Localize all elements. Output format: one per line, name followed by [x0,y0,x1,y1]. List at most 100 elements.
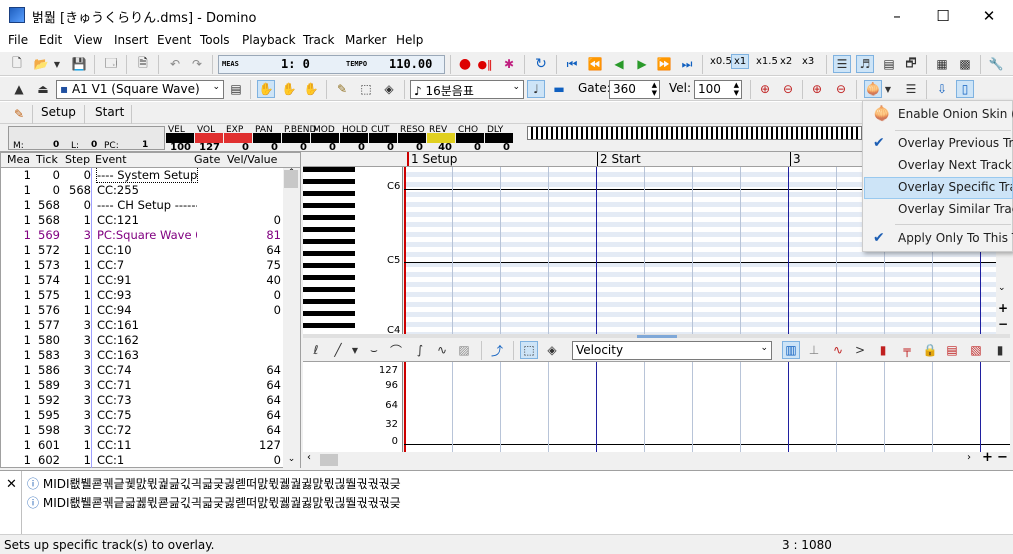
midi-file-icon[interactable]: 🗎 [134,55,152,73]
table-row[interactable]: 1 580 3 CC:162 [1,333,283,348]
table-row[interactable]: 1 598 3 CC:72 64 [1,423,283,438]
grid-view-icon[interactable]: ▦ [933,55,951,73]
col-vel-value[interactable]: Vel/Value [227,153,277,166]
settings-wrench-icon[interactable]: 🔧 [987,55,1005,73]
black-key[interactable] [303,299,355,304]
scroll-thumb[interactable] [284,170,298,188]
eraser-icon[interactable]: ◈ [543,341,561,359]
close-message-icon[interactable]: ✕ [6,477,17,492]
marker-start[interactable]: Start [95,105,124,119]
speed-x3[interactable]: x3 [802,56,814,67]
col-gate[interactable]: Gate [194,153,220,166]
black-key[interactable] [303,311,355,316]
table-row[interactable]: 1 602 1 CC:1 0 [1,453,283,468]
speed-x05[interactable]: x0.5 [710,56,732,67]
track-eject-icon[interactable]: ⏏ [34,80,52,98]
close-button[interactable]: ✕ [966,0,1012,31]
lock-icon[interactable]: 🔒 [921,341,939,359]
menu-edit[interactable]: Edit [39,33,62,47]
menu-enable-onion-skin[interactable]: 🧅 Enable Onion Skin (U) [864,104,1013,126]
menu-overlay-similar-track[interactable]: Overlay Similar Track [864,199,1013,221]
controller-select[interactable]: Velocity ⌄ [572,341,772,360]
speed-x1[interactable]: x1 [731,54,750,69]
black-key[interactable] [303,215,355,220]
tool-icon[interactable]: ╤ [898,341,916,359]
menu-track[interactable]: Track [303,33,334,47]
lfo-icon[interactable]: ∿ [829,341,847,359]
properties-icon[interactable]: 🗔 [102,55,120,73]
hand-paint-icon[interactable]: ✋ [280,80,298,98]
bar-graph-icon[interactable]: ▥ [782,341,800,359]
track-select[interactable]: ▪ A1 V1 (Square Wave) ⌄ [56,80,224,99]
velocity-grid[interactable] [404,362,1010,452]
image-icon[interactable]: ▨ [455,341,473,359]
panel-icon[interactable]: ▮ [991,341,1009,359]
maximize-button[interactable]: ☐ [920,0,966,31]
piano-keyboard[interactable]: C6 C5 C4 [303,167,403,334]
minimize-button[interactable]: – [874,0,920,31]
step-back-icon[interactable]: ◀ [610,55,628,73]
table-row[interactable]: 1 589 3 CC:71 64 [1,378,283,393]
menu-overlay-next-track[interactable]: Overlay Next Track [864,155,1013,177]
undo-icon[interactable]: ↶ [166,55,184,73]
scroll-right-icon[interactable]: › [967,452,971,463]
scroll-down-icon[interactable]: ⌄ [284,454,299,464]
track-up-icon[interactable]: ▲ [10,80,28,98]
save-icon[interactable]: 💾 [70,55,88,73]
redo-icon[interactable]: ↷ [188,55,206,73]
menu-overlay-specific-track[interactable]: Overlay Specific Track [864,177,1013,199]
zoom-minus-icon[interactable]: − [998,317,1008,331]
fast-forward-icon[interactable]: ⏩ [655,55,673,73]
open-dropdown-icon[interactable]: ▼ [52,55,62,73]
stamp-icon[interactable]: ⊥ [805,341,823,359]
curve-convex-icon[interactable]: ⌒ [387,341,405,359]
marker-edit-icon[interactable]: ✎ [10,105,28,123]
record-pause-icon[interactable]: ●‖ [476,55,494,73]
piano-roll-view-icon[interactable]: ♬ [856,55,874,73]
zoom-vertical-out-icon[interactable]: ⊖ [832,80,850,98]
black-key[interactable] [303,239,355,244]
line-tool-icon[interactable]: ╱ [329,341,347,359]
speed-x2[interactable]: x2 [780,56,792,67]
col-tick[interactable]: Tick [36,153,58,166]
table-row[interactable]: 1 576 1 CC:94 0 [1,303,283,318]
vel-spinner[interactable]: 100 ▲ ▼ [694,80,742,99]
hand-tool-icon[interactable]: ✋ [257,80,275,98]
note-length-select[interactable]: ♪ 16분음표 ⌄ [410,80,524,99]
greater-than-icon[interactable]: > [851,341,869,359]
list-box-icon[interactable]: ▤ [943,341,961,359]
hand-erase-icon[interactable]: ✋ [302,80,320,98]
menu-help[interactable]: Help [396,33,423,47]
pen-curve-icon[interactable]: ℓ [307,341,325,359]
menu-event[interactable]: Event [157,33,191,47]
table-row[interactable]: 1 0 0 ---- System Setup ------------------ [1,168,283,183]
pencil-icon[interactable]: ✎ [333,80,351,98]
zoom-in-icon[interactable]: ⊕ [756,80,774,98]
black-key[interactable] [303,251,355,256]
table-row[interactable]: 1 568 1 CC:121 0 [1,213,283,228]
meter-view-icon[interactable]: ▩ [956,55,974,73]
table-row[interactable]: 1 573 1 CC:7 75 [1,258,283,273]
quantize-icon[interactable]: ▬ [550,80,568,98]
track-color-icon[interactable]: ☰ [902,80,920,98]
go-start-icon[interactable]: ⏮ [563,55,581,73]
col-mea[interactable]: Mea [7,153,30,166]
table-row[interactable]: 1 569 3 PC:Square Wave 0/0 81 [1,228,283,243]
table-row[interactable]: 1 586 3 CC:74 64 [1,363,283,378]
download-icon[interactable]: ⇩ [933,80,951,98]
table-row[interactable]: 1 583 3 CC:163 [1,348,283,363]
level-meter-icon[interactable]: ▮ [874,341,892,359]
table-row[interactable]: 1 568 0 ---- CH Setup ---------------------… [1,198,283,213]
gate-spinner[interactable]: 360 ▲ ▼ [609,80,660,99]
col-step[interactable]: Step [65,153,90,166]
track-properties-icon[interactable]: ▤ [227,80,245,98]
zoom-out-icon[interactable]: ⊖ [779,80,797,98]
black-key[interactable] [303,275,355,280]
black-key[interactable] [303,179,355,184]
black-key[interactable] [303,227,355,232]
hscroll-thumb[interactable] [320,454,338,466]
zoom-vertical-in-icon[interactable]: ⊕ [808,80,826,98]
table-row[interactable]: 1 575 1 CC:93 0 [1,288,283,303]
line-dropdown-icon[interactable]: ▼ [349,341,361,359]
event-list-view-icon[interactable]: ☰ [833,55,851,73]
